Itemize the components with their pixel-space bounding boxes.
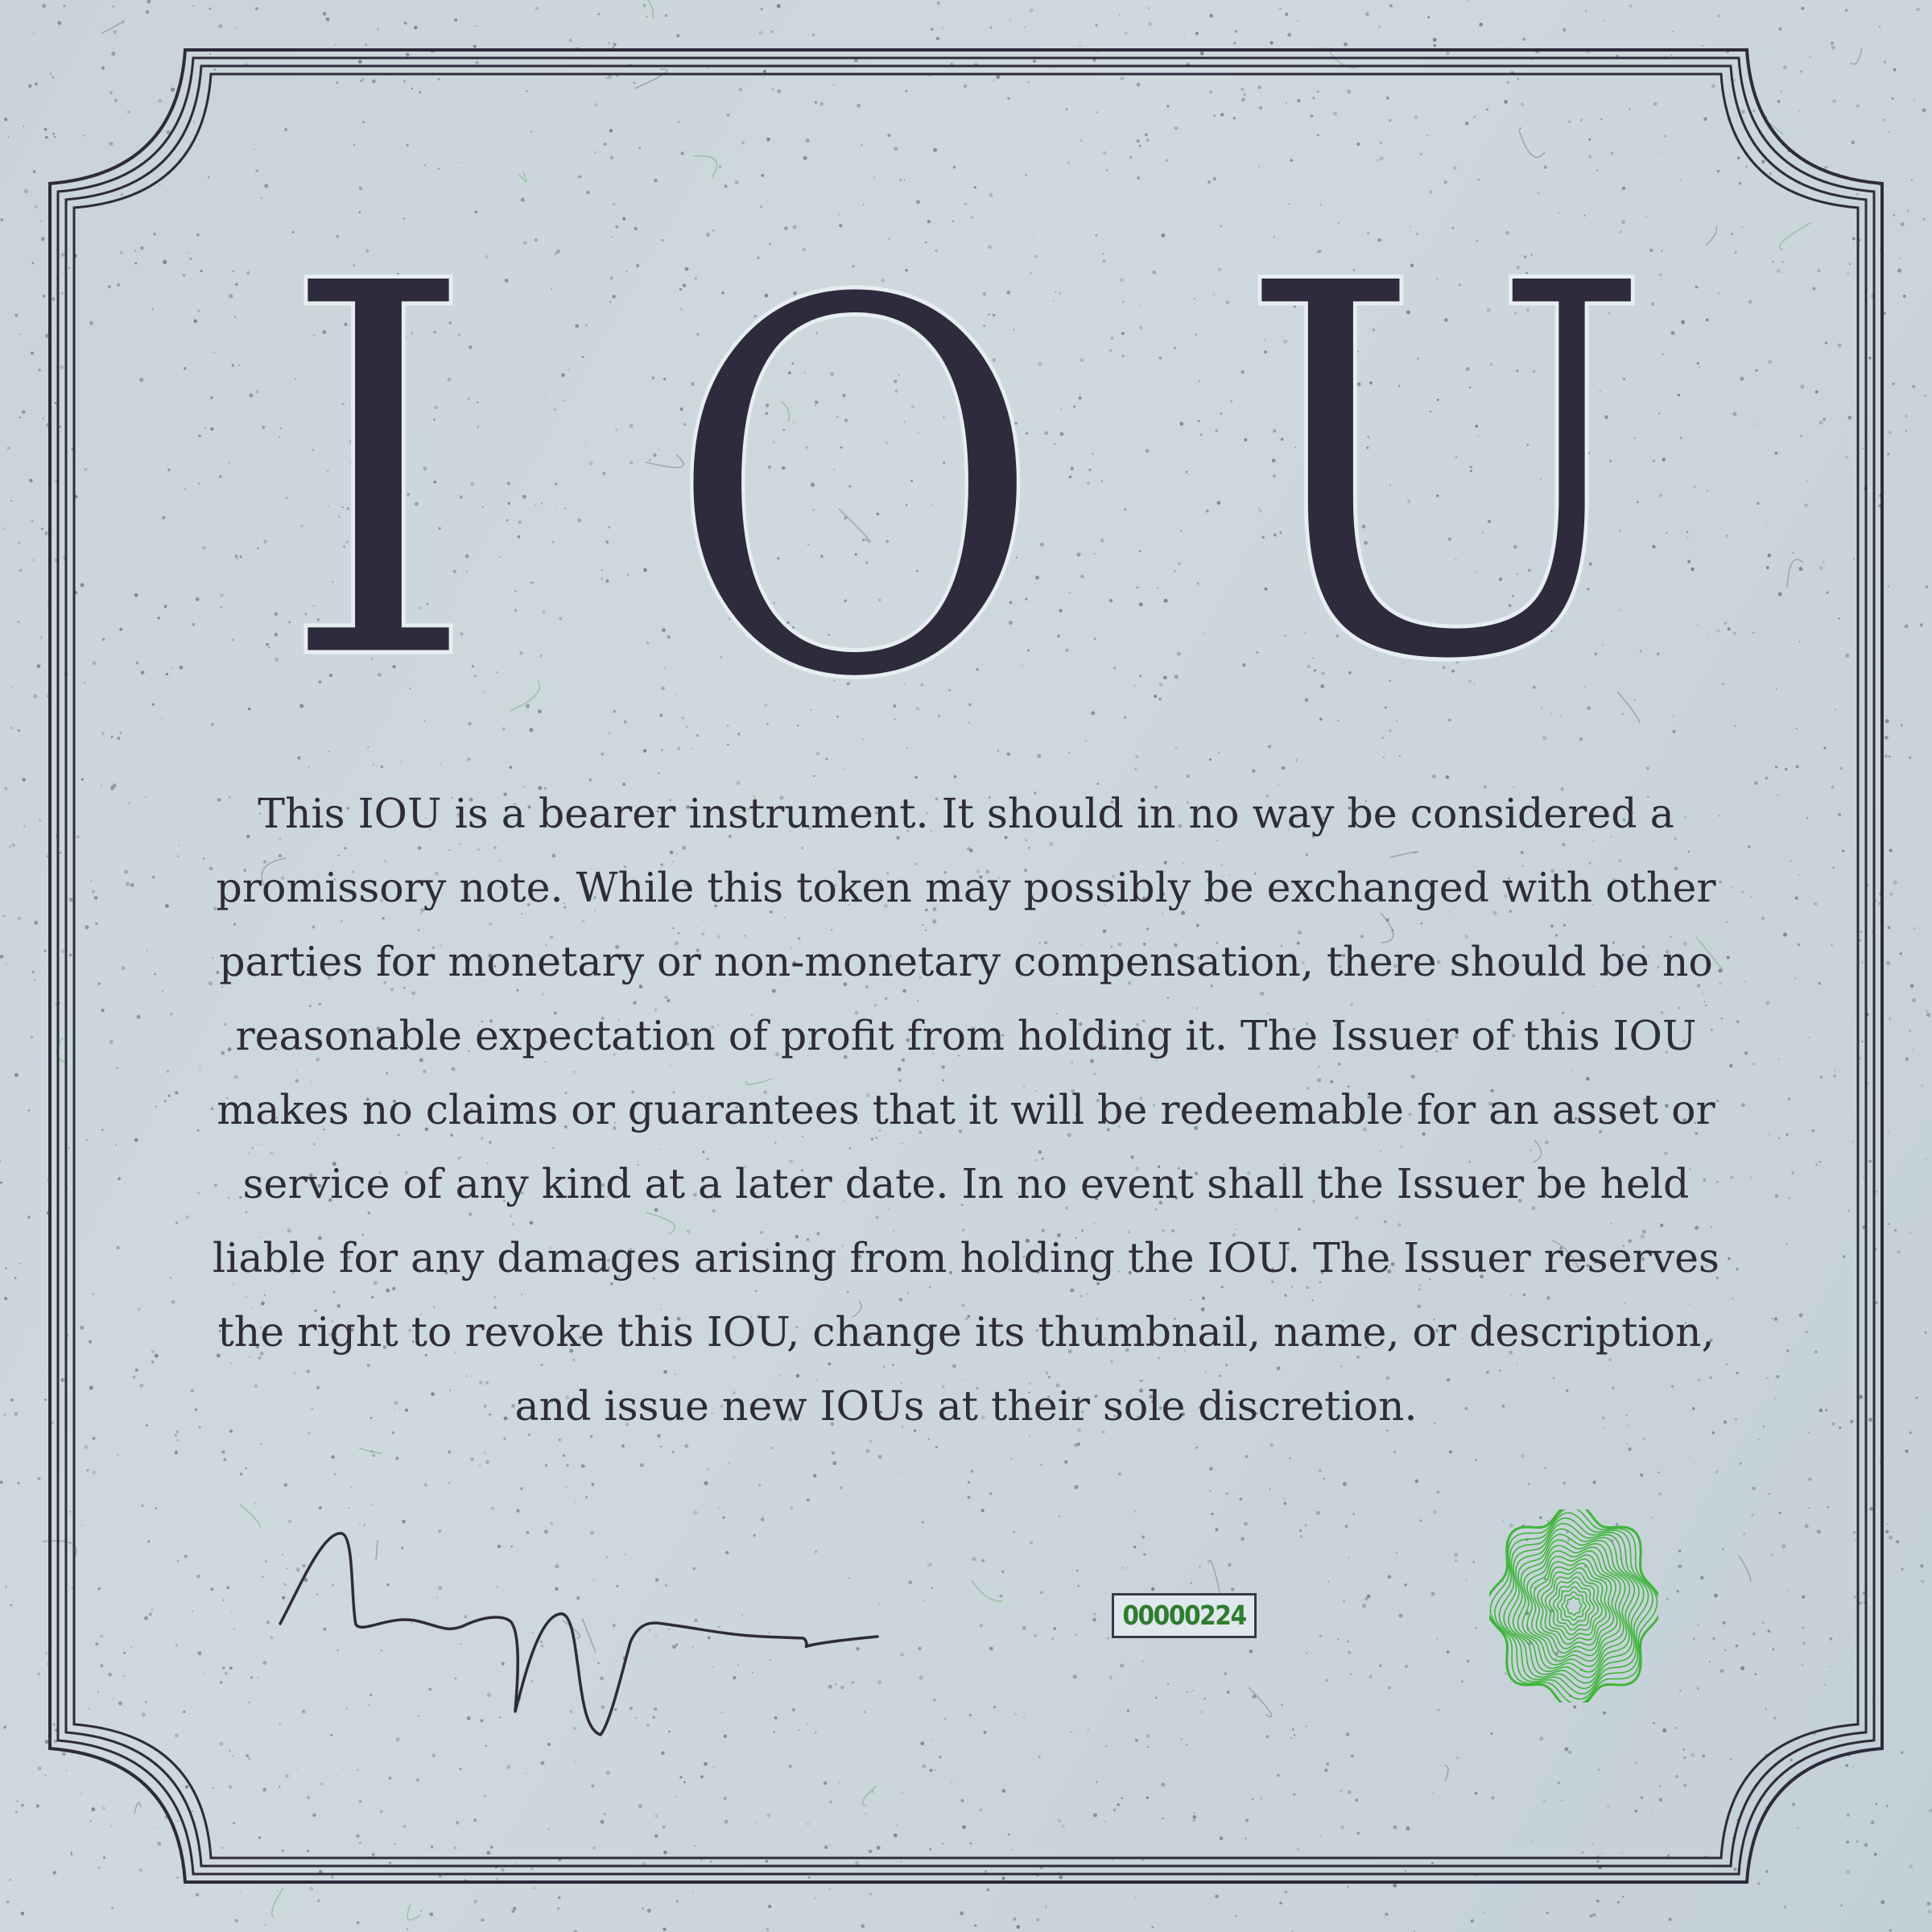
serial-number: 00000224 xyxy=(1112,1593,1257,1638)
guilloche-seal xyxy=(1489,1509,1658,1703)
iou-certificate: I O U This IOU is a bearer instrument. I… xyxy=(0,0,1932,1932)
